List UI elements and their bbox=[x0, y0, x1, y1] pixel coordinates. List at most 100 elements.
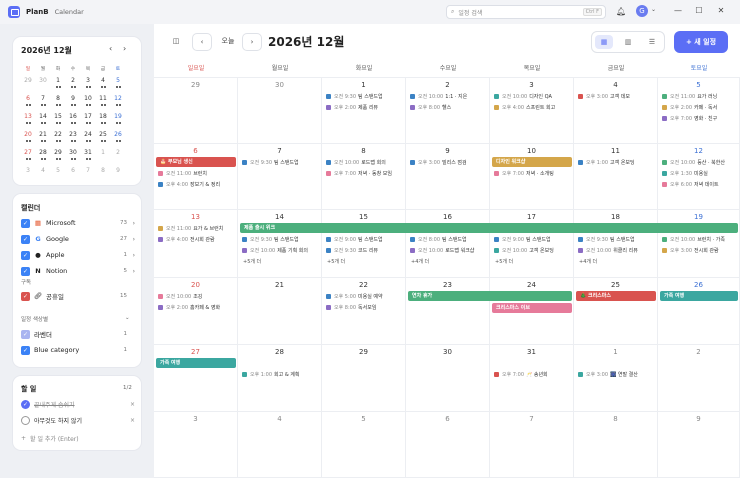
all-day-event-bar[interactable]: 가족 여행 bbox=[156, 358, 236, 368]
day-cell[interactable]: 7 bbox=[490, 412, 574, 478]
more-events-link[interactable]: +5개 더 bbox=[243, 258, 261, 265]
chevron-right-icon[interactable]: › bbox=[127, 252, 135, 259]
mini-day[interactable]: 7 bbox=[81, 167, 95, 174]
day-cell[interactable]: 11 bbox=[574, 144, 658, 210]
event-item[interactable]: 오전 9:30 팀 스탠드업 bbox=[578, 234, 656, 244]
day-cell[interactable]: 17 bbox=[490, 210, 574, 278]
add-todo-button[interactable]: + 할 일 추가 (Enter) bbox=[21, 432, 135, 444]
mini-day[interactable]: 1 bbox=[96, 149, 110, 156]
event-item[interactable]: 오전 10:00 1:1 · 지은 bbox=[410, 91, 488, 101]
next-month-button[interactable]: › bbox=[242, 33, 262, 51]
all-day-event-bar[interactable]: 연차 휴가 bbox=[408, 291, 572, 301]
todo-unchecked-icon[interactable] bbox=[21, 415, 30, 425]
mini-day[interactable]: 4 bbox=[96, 77, 110, 84]
day-cell[interactable]: 15 bbox=[322, 210, 406, 278]
chevron-right-icon[interactable]: › bbox=[127, 268, 135, 275]
all-day-event-bar[interactable]: 🎂 부모님 생신 bbox=[156, 157, 236, 167]
event-item[interactable]: 오전 10:00 조깅 bbox=[158, 291, 236, 301]
checkbox-checked-icon[interactable]: ✓ bbox=[21, 345, 30, 355]
mini-day[interactable]: 29 bbox=[21, 77, 35, 84]
day-cell[interactable]: 4 bbox=[574, 78, 658, 144]
day-cell[interactable]: 29 bbox=[154, 78, 238, 144]
mini-prev-button[interactable]: ‹ bbox=[109, 44, 112, 53]
day-cell[interactable]: 29 bbox=[322, 345, 406, 412]
mini-day[interactable]: 12 bbox=[111, 95, 125, 102]
event-item[interactable]: 오전 9:30 코드 리뷰 bbox=[326, 245, 404, 255]
delete-icon[interactable]: × bbox=[130, 417, 135, 424]
mini-day[interactable]: 16 bbox=[66, 113, 80, 120]
event-item[interactable]: 오후 1:30 미용실 bbox=[662, 168, 738, 178]
day-cell[interactable]: 26 bbox=[658, 278, 740, 345]
all-day-event-bar[interactable]: 🎄 크리스마스 bbox=[576, 291, 656, 301]
event-item[interactable]: 오후 4:00 스프린트 회고 bbox=[494, 102, 572, 112]
event-item[interactable]: 오후 8:00 헬스 bbox=[410, 102, 488, 112]
event-item[interactable]: 오후 3:00 빌리스 점검 bbox=[410, 157, 488, 167]
mini-day[interactable]: 20 bbox=[21, 131, 35, 138]
mini-day[interactable]: 9 bbox=[111, 167, 125, 174]
event-item[interactable]: 오전 10:00 등산 · 북한산 bbox=[662, 157, 738, 167]
day-cell[interactable]: 14 bbox=[238, 210, 322, 278]
event-item[interactable]: 오전 9:00 팀 스탠드업 bbox=[494, 234, 572, 244]
event-item[interactable]: 오후 2:00 제품 리뷰 bbox=[326, 102, 404, 112]
event-item[interactable]: 오후 7:00 저녁 · 소개팅 bbox=[494, 168, 572, 178]
color-item[interactable]: ✓ 라벤더 1 bbox=[21, 327, 135, 341]
event-item[interactable]: 오전 11:00 브런치 bbox=[158, 168, 236, 178]
day-cell[interactable]: 3 bbox=[154, 412, 238, 478]
mini-day[interactable]: 25 bbox=[96, 131, 110, 138]
today-button[interactable]: 오늘 bbox=[214, 33, 242, 51]
event-item[interactable]: 오전 10:00 로드맵 회의 bbox=[326, 157, 404, 167]
mini-day[interactable]: 21 bbox=[36, 131, 50, 138]
more-events-link[interactable]: +4개 더 bbox=[579, 258, 597, 265]
avatar[interactable]: G bbox=[636, 5, 648, 17]
day-cell[interactable]: 25 bbox=[574, 278, 658, 345]
delete-icon[interactable]: × bbox=[130, 401, 135, 408]
mini-day[interactable]: 24 bbox=[81, 131, 95, 138]
mini-day[interactable]: 11 bbox=[96, 95, 110, 102]
all-day-event-bar[interactable]: 크리스마스 이브 bbox=[492, 303, 572, 313]
event-item[interactable]: 오후 7:00 저녁 · 동창 모임 bbox=[326, 168, 404, 178]
event-item[interactable]: 오전 9:30 팀 스탠드업 bbox=[242, 157, 320, 167]
mini-day[interactable]: 30 bbox=[36, 77, 50, 84]
day-cell[interactable]: 5 bbox=[322, 412, 406, 478]
todo-checked-icon[interactable]: ✓ bbox=[21, 399, 30, 409]
event-item[interactable]: 오후 7:00 🥂 송년회 bbox=[494, 369, 572, 379]
all-day-event-bar[interactable]: 가족 여행 bbox=[660, 291, 738, 301]
event-item[interactable]: 오전 10:00 디자인 QA bbox=[494, 91, 572, 101]
day-cell[interactable]: 8 bbox=[574, 412, 658, 478]
day-cell[interactable]: 19 bbox=[658, 210, 740, 278]
mini-next-button[interactable]: › bbox=[123, 44, 126, 53]
mini-day[interactable]: 26 bbox=[111, 131, 125, 138]
mini-day[interactable]: 23 bbox=[66, 131, 80, 138]
mini-day[interactable]: 6 bbox=[21, 95, 35, 102]
event-item[interactable]: 오전 11:00 요가 러닝 bbox=[662, 91, 738, 101]
all-day-event-bar[interactable]: 제품 출시 위크 bbox=[240, 223, 738, 233]
event-item[interactable]: 오후 6:00 저녁 데이트 bbox=[662, 179, 738, 189]
mini-day[interactable]: 3 bbox=[21, 167, 35, 174]
maximize-button[interactable]: ☐ bbox=[692, 4, 706, 18]
day-cell[interactable]: 9 bbox=[406, 144, 490, 210]
event-item[interactable]: 오전 10:00 위클리 리뷰 bbox=[578, 245, 656, 255]
mini-day[interactable]: 13 bbox=[21, 113, 35, 120]
day-cell[interactable]: 4 bbox=[238, 412, 322, 478]
calendar-item-notion[interactable]: ✓ N Notion 5 › bbox=[21, 264, 135, 278]
event-item[interactable]: 오후 3:00 고객 데모 bbox=[578, 91, 656, 101]
event-item[interactable]: 오전 10:00 제품 기획 회의 bbox=[242, 245, 320, 255]
chevron-right-icon[interactable]: › bbox=[127, 236, 135, 243]
mini-day[interactable]: 15 bbox=[51, 113, 65, 120]
checkbox-checked-icon[interactable]: ✓ bbox=[21, 218, 30, 228]
event-item[interactable]: 오전 9:30 팀 스탠드업 bbox=[326, 91, 404, 101]
list-view-icon[interactable]: ☰ bbox=[643, 35, 661, 49]
chevron-down-icon[interactable]: ⌄ bbox=[125, 315, 130, 321]
mini-day[interactable]: 6 bbox=[66, 167, 80, 174]
search-input[interactable]: 일정 검색 bbox=[458, 8, 582, 17]
event-item[interactable]: 오후 2:00 카페 · 독서 bbox=[662, 102, 738, 112]
all-day-event-bar[interactable]: 디자인 워크샵 bbox=[492, 157, 572, 167]
day-cell[interactable]: 27 bbox=[154, 345, 238, 412]
day-cell[interactable]: 7 bbox=[238, 144, 322, 210]
search-box[interactable]: ⌕ 일정 검색 Ctrl F bbox=[446, 5, 606, 19]
event-item[interactable]: 오전 9:30 팀 스탠드업 bbox=[242, 234, 320, 244]
day-cell[interactable]: 21 bbox=[238, 278, 322, 345]
day-cell[interactable]: 9 bbox=[658, 412, 740, 478]
mini-day[interactable]: 22 bbox=[51, 131, 65, 138]
mini-day[interactable]: 8 bbox=[96, 167, 110, 174]
